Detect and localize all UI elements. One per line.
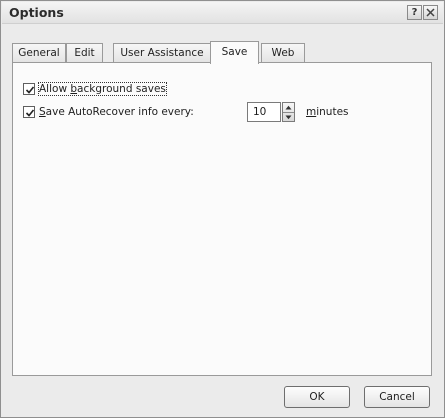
save-autorecover-checkbox[interactable]: [23, 106, 35, 118]
allow-background-saves-checkbox[interactable]: [23, 83, 35, 95]
close-button[interactable]: [423, 5, 438, 20]
options-dialog: Options ? General Edit User Assistance S…: [0, 0, 445, 418]
tab-web[interactable]: Web: [261, 43, 305, 62]
cancel-button[interactable]: Cancel: [364, 386, 430, 408]
ok-button[interactable]: OK: [284, 386, 350, 408]
autorecover-minutes-input[interactable]: 10: [247, 101, 281, 122]
tab-general[interactable]: General: [12, 43, 66, 62]
help-button[interactable]: ?: [407, 5, 422, 20]
minutes-spinner[interactable]: [282, 101, 295, 122]
checkmark-icon: [25, 109, 35, 117]
spinner-divider: [283, 111, 294, 113]
checkmark-icon: [25, 86, 35, 94]
allow-background-saves-row[interactable]: Allow background saves: [23, 81, 167, 97]
allow-background-saves-label: Allow background saves: [38, 82, 167, 96]
dialog-title: Options: [9, 5, 64, 20]
title-bar[interactable]: Options ?: [2, 2, 443, 24]
tab-edit[interactable]: Edit: [66, 43, 103, 62]
autorecover-row[interactable]: Save AutoRecover info every:: [23, 104, 194, 120]
save-tab-panel: Allow background saves Save AutoRecover …: [12, 62, 432, 376]
help-icon: ?: [411, 7, 418, 18]
autorecover-interval-control: 10 minutes: [247, 101, 349, 122]
spin-down-icon[interactable]: [285, 115, 292, 120]
spin-up-icon[interactable]: [285, 105, 292, 110]
close-icon: [426, 8, 435, 17]
tab-user-assistance[interactable]: User Assistance: [113, 43, 211, 62]
save-autorecover-label: Save AutoRecover info every:: [39, 106, 194, 118]
tab-save[interactable]: Save: [210, 41, 259, 64]
minutes-unit-label: minutes: [306, 105, 349, 118]
